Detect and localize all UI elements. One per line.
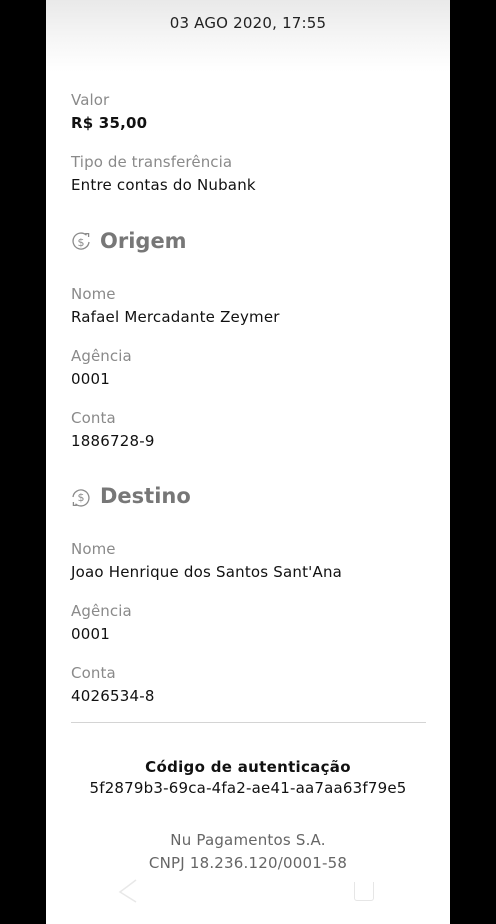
company-name: Nu Pagamentos S.A. xyxy=(170,831,326,849)
transfer-type-value: Entre contas do Nubank xyxy=(71,176,256,194)
svg-text:$: $ xyxy=(78,236,85,249)
transfer-type-label: Tipo de transferência xyxy=(71,153,233,171)
money-out-icon: $ xyxy=(72,232,90,250)
value-label: Valor xyxy=(71,91,110,109)
receipt-screen: 03 AGO 2020, 17:55 Valor R$ 35,00 Tipo d… xyxy=(46,0,450,924)
origin-name-label: Nome xyxy=(71,285,116,303)
destination-agency: 0001 xyxy=(71,625,110,643)
origin-name: Rafael Mercadante Zeymer xyxy=(71,308,280,326)
nav-back-icon[interactable] xyxy=(116,876,140,906)
svg-text:$: $ xyxy=(78,491,85,504)
nav-recents-icon[interactable] xyxy=(354,882,374,901)
destination-account: 4026534-8 xyxy=(71,687,155,705)
transaction-datetime: 03 AGO 2020, 17:55 xyxy=(169,14,327,32)
auth-code-title: Código de autenticação xyxy=(145,758,351,776)
receipt-header: 03 AGO 2020, 17:55 xyxy=(46,0,450,72)
destination-agency-label: Agência xyxy=(71,602,132,620)
destination-section-title: Destino xyxy=(100,484,191,508)
origin-section-title: Origem xyxy=(100,229,187,253)
destination-name: Joao Henrique dos Santos Sant'Ana xyxy=(71,563,343,581)
origin-agency-label: Agência xyxy=(71,347,132,365)
origin-account: 1886728-9 xyxy=(71,432,155,450)
auth-code-value[interactable]: 5f2879b3-69ca-4fa2-ae41-aa7aa63f79e5 xyxy=(46,779,450,797)
destination-account-label: Conta xyxy=(71,664,116,682)
origin-agency: 0001 xyxy=(71,370,110,388)
money-in-icon: $ xyxy=(72,489,90,507)
company-cnpj: CNPJ 18.236.120/0001-58 xyxy=(148,854,348,872)
origin-account-label: Conta xyxy=(71,409,116,427)
destination-name-label: Nome xyxy=(71,540,116,558)
transfer-value: R$ 35,00 xyxy=(71,114,148,132)
section-divider xyxy=(71,722,426,723)
